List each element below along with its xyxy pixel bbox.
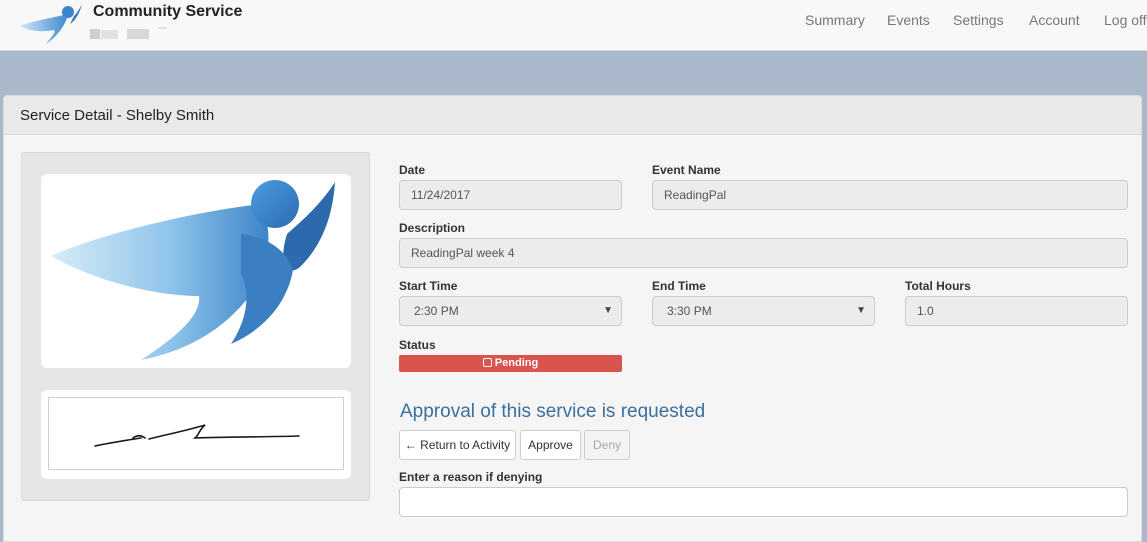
panel-header: Service Detail - Shelby Smith [4, 96, 1141, 135]
start-time-label: Start Time [399, 279, 458, 293]
nav-summary[interactable]: Summary [805, 12, 865, 28]
end-time-value: 3:30 PM [667, 304, 712, 318]
return-label: Return to Activity [420, 438, 511, 452]
event-name-field[interactable]: ReadingPal [652, 180, 1128, 210]
signature-image [94, 424, 300, 447]
date-field[interactable]: 11/24/2017 [399, 180, 622, 210]
signature-box [48, 397, 344, 470]
status-text: Pending [494, 357, 539, 369]
caret-down-icon: ▼ [603, 305, 613, 316]
nav-events[interactable]: Events [887, 12, 930, 28]
end-time-label: End Time [652, 279, 706, 293]
start-time-value: 2:30 PM [414, 304, 459, 318]
approve-button[interactable]: Approve [520, 430, 581, 460]
total-hours-label: Total Hours [905, 279, 971, 293]
panel-title: Service Detail - Shelby Smith [20, 107, 215, 124]
deny-button[interactable]: Deny [584, 430, 630, 460]
return-to-activity-button[interactable]: ← Return to Activity [399, 430, 516, 460]
top-navbar: Community Service Summary Events Setting… [0, 0, 1147, 51]
service-detail-panel: Service Detail - Shelby Smith Date 11/24… [3, 95, 1142, 542]
flying-figure-illustration [51, 180, 335, 360]
start-time-select[interactable]: 2:30 PM ▼ [399, 296, 622, 326]
description-field[interactable]: ReadingPal week 4 [399, 238, 1128, 268]
approval-heading: Approval of this service is requested [400, 401, 706, 422]
status-label: Status [399, 338, 436, 352]
arrow-left-icon: ← [404, 438, 417, 452]
total-hours-field[interactable]: 1.0 [905, 296, 1128, 326]
date-label: Date [399, 163, 426, 177]
app-title: Community Service [93, 3, 243, 20]
app-logo-icon[interactable] [18, 2, 86, 46]
signature-card [41, 390, 351, 479]
event-name-label: Event Name [652, 163, 721, 177]
caret-down-icon: ▼ [856, 305, 866, 316]
redacted-block [127, 29, 149, 39]
description-label: Description [399, 221, 466, 235]
nav-account[interactable]: Account [1029, 12, 1080, 28]
reason-label: Enter a reason if denying [399, 470, 543, 484]
nav-log-off[interactable]: Log off [1104, 12, 1147, 28]
square-icon [482, 358, 492, 367]
deny-reason-input[interactable] [399, 487, 1128, 517]
nav-settings[interactable]: Settings [953, 12, 1004, 28]
media-well [21, 152, 370, 501]
redacted-block [158, 27, 167, 29]
redacted-block [101, 30, 118, 39]
redacted-block [90, 29, 100, 39]
status-badge: Pending [399, 355, 622, 372]
event-image [41, 174, 351, 368]
end-time-select[interactable]: 3:30 PM ▼ [652, 296, 875, 326]
